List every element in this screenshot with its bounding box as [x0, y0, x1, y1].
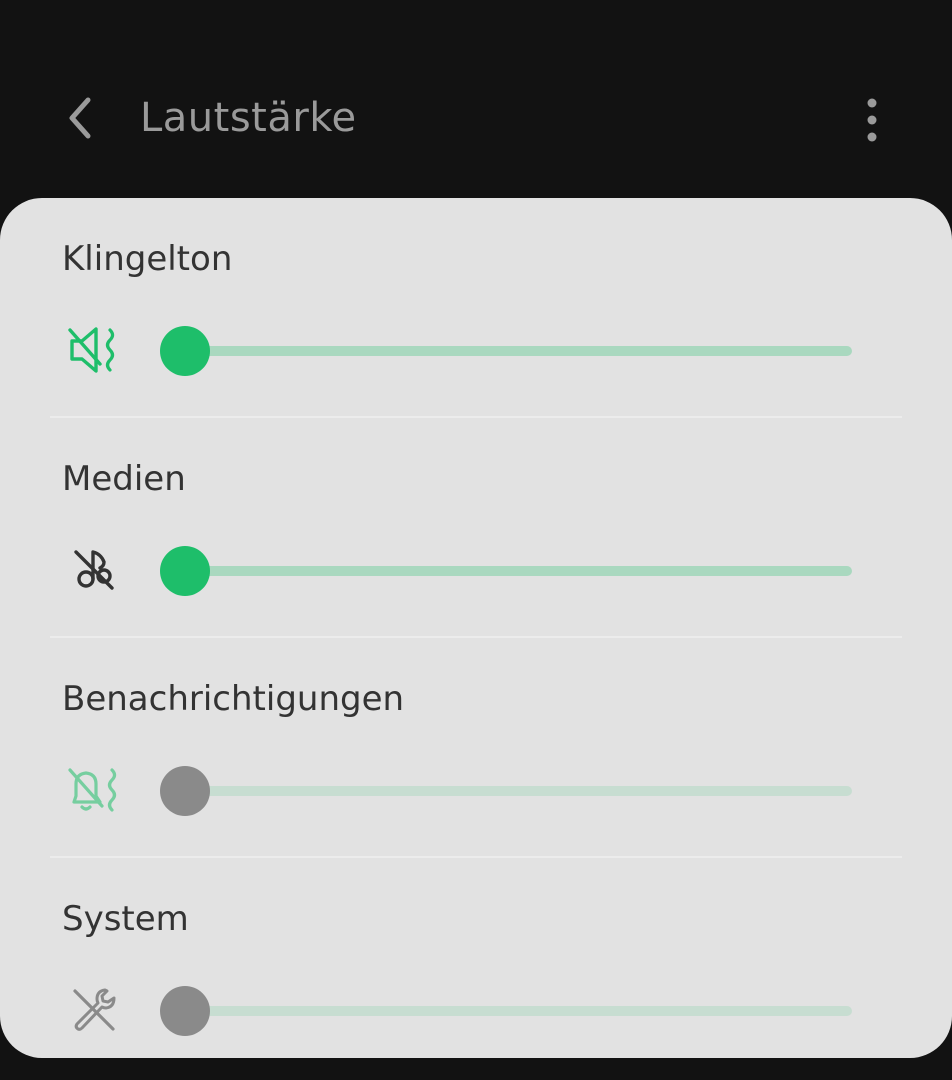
volume-card: Klingelton Medien Benachrichtigungen Sys… — [0, 198, 952, 1058]
notifications-volume-slider[interactable] — [160, 766, 860, 816]
media-mute-button[interactable] — [64, 542, 124, 598]
media-slider-thumb[interactable] — [160, 546, 210, 596]
notifications-slider-thumb[interactable] — [160, 766, 210, 816]
ringtone-mode-button[interactable] — [64, 322, 124, 378]
system-mute-button[interactable] — [64, 982, 124, 1038]
media-volume-slider[interactable] — [160, 546, 860, 596]
back-button[interactable] — [52, 88, 112, 148]
chevron-left-icon — [69, 97, 91, 139]
system-volume-slider[interactable] — [160, 986, 860, 1036]
notifications-label: Benachrichtigungen — [62, 679, 405, 719]
media-section: Medien — [0, 418, 952, 638]
app-bar: Lautstärke — [0, 0, 952, 198]
more-vertical-icon — [867, 98, 877, 142]
ringtone-section: Klingelton — [0, 198, 952, 418]
page-title: Lautstärke — [140, 95, 357, 141]
notifications-mode-button[interactable] — [64, 762, 124, 818]
ringtone-slider-track — [184, 346, 852, 356]
ringtone-slider-thumb[interactable] — [160, 326, 210, 376]
notifications-section: Benachrichtigungen — [0, 638, 952, 858]
media-slider-track — [184, 566, 852, 576]
media-label: Medien — [62, 459, 186, 499]
ringtone-volume-slider[interactable] — [160, 326, 860, 376]
bell-off-vibrate-icon — [68, 768, 117, 812]
system-slider-track — [184, 1006, 852, 1016]
vibrate-speaker-icon — [68, 327, 115, 373]
system-section: System — [0, 858, 952, 1058]
system-label: System — [62, 899, 189, 939]
ringtone-label: Klingelton — [62, 239, 233, 279]
music-note-off-icon — [74, 550, 114, 590]
notifications-slider-track — [184, 786, 852, 796]
system-slider-thumb[interactable] — [160, 986, 210, 1036]
wrench-off-icon — [73, 988, 116, 1031]
more-options-button[interactable] — [846, 90, 898, 150]
